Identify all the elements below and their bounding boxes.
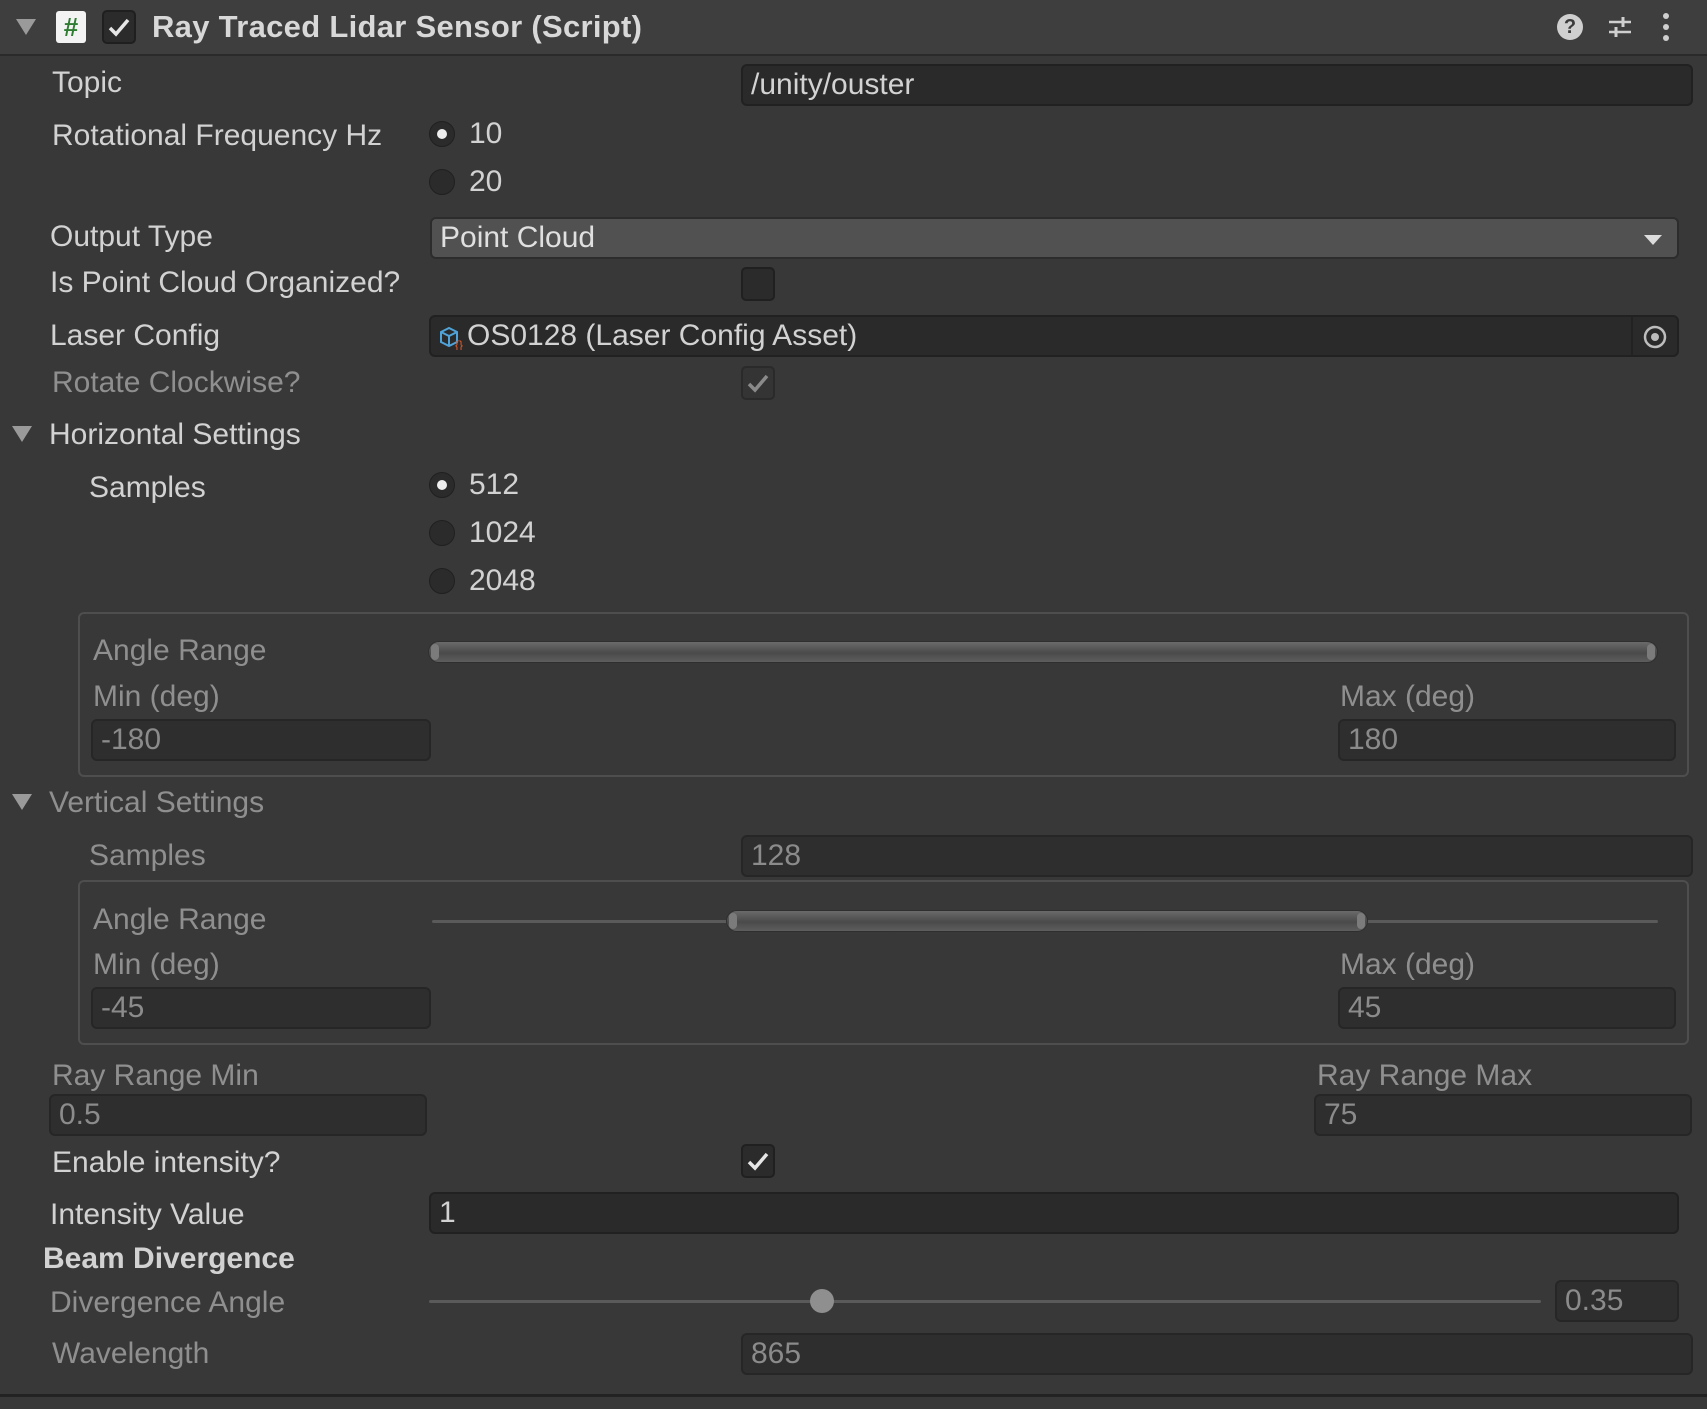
horizontal-angle-range-label: Angle Range: [93, 634, 267, 667]
vertical-max-label: Max (deg): [1340, 948, 1476, 981]
horizontal-angle-range-group: Angle Range Min (deg) Max (deg) -180 180: [78, 612, 1689, 777]
object-picker-button[interactable]: [1631, 317, 1677, 355]
frequency-10-label: 10: [469, 117, 503, 150]
vertical-range-slider[interactable]: [726, 910, 1368, 932]
laser-config-object-field[interactable]: {} OS0128 (Laser Config Asset): [429, 315, 1679, 357]
wavelength-input[interactable]: 865: [741, 1333, 1693, 1375]
vertical-max-input[interactable]: 45: [1338, 987, 1676, 1029]
output-type-value: Point Cloud: [440, 221, 596, 254]
scriptable-asset-icon: {}: [440, 326, 463, 350]
vertical-min-label: Min (deg): [93, 948, 220, 981]
horizontal-range-slider[interactable]: [428, 641, 1658, 663]
beam-divergence-header: Beam Divergence: [43, 1242, 295, 1275]
frequency-20-label: 20: [469, 165, 503, 198]
frequency-20-radio[interactable]: [429, 169, 455, 195]
checkmark-icon: [108, 18, 130, 37]
ray-range-min-label: Ray Range Min: [52, 1059, 259, 1092]
dropdown-arrow-icon: [1644, 235, 1662, 245]
horizontal-max-label: Max (deg): [1340, 680, 1476, 713]
foldout-arrow-icon[interactable]: [16, 19, 36, 35]
horizontal-min-handle[interactable]: [431, 644, 439, 660]
horizontal-max-handle[interactable]: [1647, 644, 1655, 660]
vertical-angle-range-label: Angle Range: [93, 903, 267, 936]
vertical-samples-input[interactable]: 128: [741, 835, 1693, 877]
laser-config-value: OS0128 (Laser Config Asset): [467, 319, 858, 352]
horizontal-min-input[interactable]: -180: [91, 719, 431, 761]
vertical-min-input[interactable]: -45: [91, 987, 431, 1029]
samples-512-radio[interactable]: [429, 472, 455, 498]
output-type-label: Output Type: [50, 220, 213, 253]
vertical-foldout-icon[interactable]: [12, 794, 32, 810]
horizontal-samples-label: Samples: [89, 471, 206, 504]
frequency-10-radio[interactable]: [429, 121, 455, 147]
component-header[interactable]: # Ray Traced Lidar Sensor (Script) ?: [0, 0, 1707, 56]
samples-2048-radio[interactable]: [429, 568, 455, 594]
intensity-value-input[interactable]: 1: [429, 1192, 1679, 1234]
divergence-angle-track[interactable]: [429, 1300, 1541, 1303]
horizontal-min-label: Min (deg): [93, 680, 220, 713]
divergence-angle-knob[interactable]: [810, 1289, 834, 1313]
samples-512-label: 512: [469, 468, 520, 501]
script-icon: #: [56, 11, 86, 43]
samples-2048-label: 2048: [469, 564, 536, 597]
vertical-min-handle[interactable]: [729, 913, 737, 929]
samples-1024-radio[interactable]: [429, 520, 455, 546]
intensity-value-label: Intensity Value: [50, 1198, 245, 1231]
organized-label: Is Point Cloud Organized?: [50, 266, 401, 299]
more-options-icon[interactable]: [1661, 12, 1671, 42]
output-type-dropdown[interactable]: Point Cloud: [430, 217, 1679, 259]
vertical-samples-label: Samples: [89, 839, 206, 872]
vertical-settings-header[interactable]: Vertical Settings: [49, 786, 264, 820]
organized-checkbox[interactable]: [741, 267, 775, 301]
target-picker-icon: [1643, 325, 1667, 349]
checkmark-icon: [747, 374, 769, 393]
ray-range-max-input[interactable]: 75: [1314, 1094, 1692, 1136]
divergence-angle-label: Divergence Angle: [50, 1286, 286, 1319]
topic-label: Topic: [52, 66, 123, 99]
preset-sliders-icon[interactable]: [1606, 13, 1634, 41]
component-enabled-checkbox[interactable]: [102, 10, 136, 44]
topic-input[interactable]: /unity/ouster: [741, 64, 1693, 106]
horizontal-foldout-icon[interactable]: [12, 426, 32, 442]
laser-config-label: Laser Config: [50, 319, 221, 352]
rotate-clockwise-checkbox[interactable]: [741, 366, 775, 400]
enable-intensity-label: Enable intensity?: [52, 1146, 281, 1179]
wavelength-label: Wavelength: [52, 1337, 210, 1370]
component-title: Ray Traced Lidar Sensor (Script): [152, 9, 643, 44]
component-bottom-divider: [0, 1394, 1707, 1397]
vertical-angle-range-group: Angle Range Min (deg) Max (deg) -45 45: [78, 880, 1689, 1045]
horizontal-settings-header[interactable]: Horizontal Settings: [49, 418, 301, 452]
rotate-clockwise-label: Rotate Clockwise?: [52, 366, 301, 399]
enable-intensity-checkbox[interactable]: [741, 1144, 775, 1178]
help-icon[interactable]: ?: [1557, 14, 1583, 40]
inspector-component: # Ray Traced Lidar Sensor (Script) ? Top…: [0, 0, 1707, 1409]
vertical-max-handle[interactable]: [1357, 913, 1365, 929]
ray-range-min-input[interactable]: 0.5: [49, 1094, 427, 1136]
svg-text:{}: {}: [455, 338, 463, 350]
rotational-frequency-label: Rotational Frequency Hz: [52, 119, 383, 152]
samples-1024-label: 1024: [469, 516, 536, 549]
horizontal-max-input[interactable]: 180: [1338, 719, 1676, 761]
ray-range-max-label: Ray Range Max: [1317, 1059, 1533, 1092]
checkmark-icon: [747, 1152, 769, 1171]
divergence-angle-input[interactable]: 0.35: [1555, 1280, 1679, 1322]
